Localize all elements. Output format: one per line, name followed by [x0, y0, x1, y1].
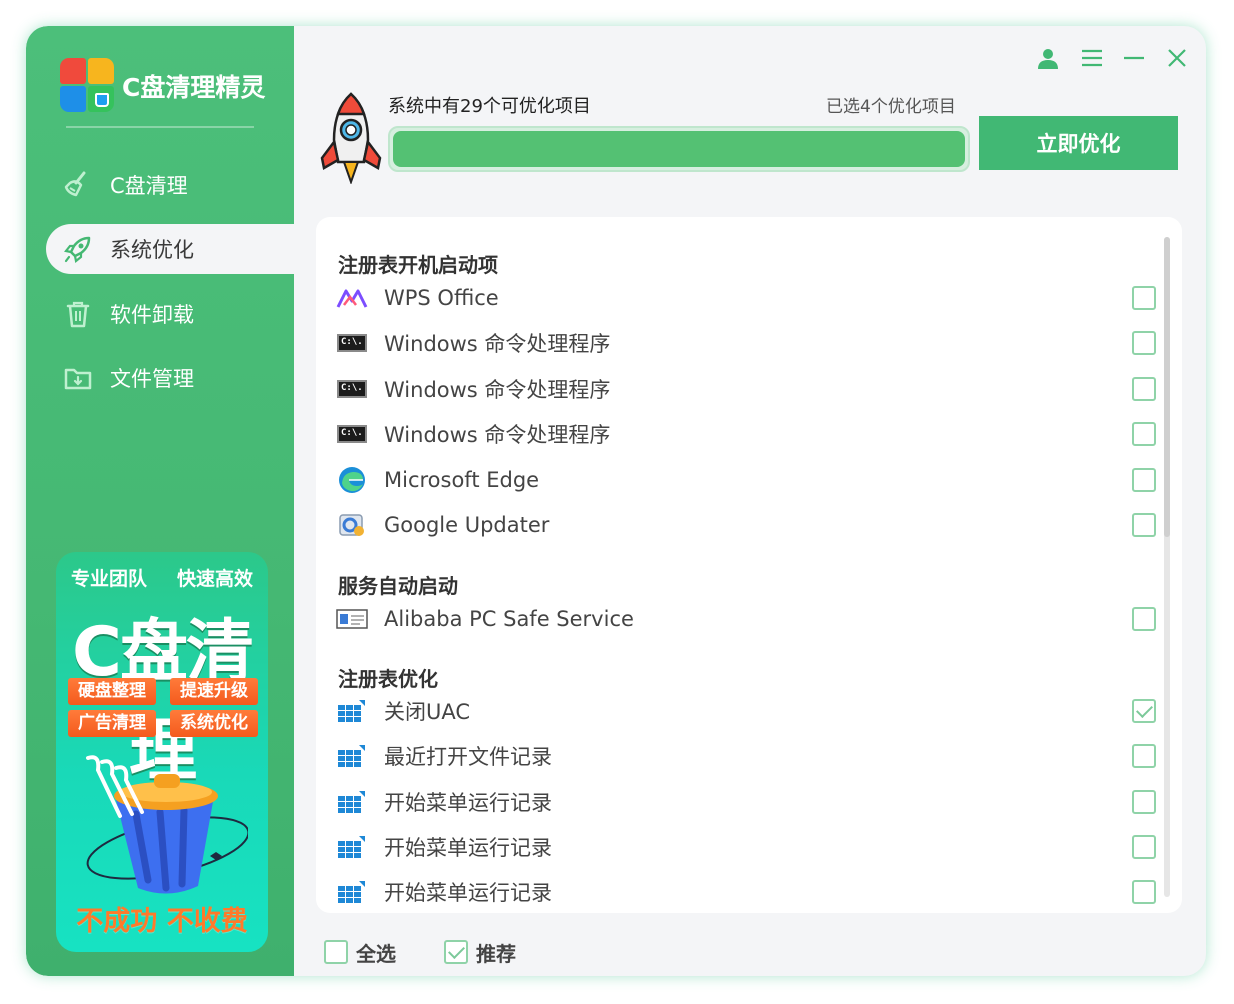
- registry-icon: [336, 788, 368, 816]
- trash-icon: [62, 298, 94, 330]
- item-checkbox[interactable]: [1132, 699, 1156, 723]
- edge-icon: [336, 466, 368, 494]
- sidebar-item-file-manage[interactable]: 文件管理: [46, 353, 294, 403]
- item-label: 开始菜单运行记录: [384, 791, 552, 815]
- service-icon: [336, 605, 368, 633]
- cmd-icon: [337, 425, 367, 443]
- wps-icon: [336, 284, 368, 312]
- item-checkbox[interactable]: [1132, 835, 1156, 859]
- select-all-label[interactable]: 全选: [356, 938, 396, 967]
- app-logo-icon: [60, 58, 116, 114]
- trash-can-illustration-icon: [86, 755, 248, 894]
- list-item[interactable]: Windows 命令处理程序: [336, 370, 1156, 408]
- list-item[interactable]: Windows 命令处理程序: [336, 415, 1156, 453]
- section-title-startup-registry: 注册表开机启动项: [338, 253, 498, 277]
- list-item[interactable]: 最近打开文件记录: [336, 737, 1156, 775]
- registry-icon: [336, 742, 368, 770]
- list-item[interactable]: 开始菜单运行记录: [336, 828, 1156, 866]
- item-label: Windows 命令处理程序: [384, 332, 611, 356]
- promo-tag: 系统优化: [170, 710, 258, 737]
- registry-icon: [336, 878, 368, 906]
- recommend-checkbox[interactable]: [444, 940, 468, 964]
- registry-icon: [336, 697, 368, 725]
- user-icon: [1038, 49, 1058, 69]
- registry-icon: [336, 833, 368, 861]
- item-checkbox[interactable]: [1132, 607, 1156, 631]
- sidebar-item-label: C盘清理: [110, 174, 188, 198]
- minimize-icon: [1124, 56, 1144, 60]
- promo-text: 快速高效: [176, 568, 253, 590]
- sidebar: C盘清理精灵 C盘清理 系统优化 软件卸载 文件管理 专业团队 快速高效 C盘清…: [26, 26, 294, 976]
- list-item[interactable]: Google Updater: [336, 506, 1156, 544]
- sidebar-item-label: 软件卸载: [110, 303, 194, 327]
- item-checkbox[interactable]: [1132, 377, 1156, 401]
- menu-icon: [1082, 49, 1102, 67]
- list-item[interactable]: WPS Office: [336, 279, 1156, 317]
- user-button[interactable]: [1034, 44, 1062, 72]
- select-all-checkbox[interactable]: [324, 940, 348, 964]
- app-title: C盘清理精灵: [122, 73, 266, 102]
- sidebar-divider: [66, 126, 254, 128]
- item-checkbox[interactable]: [1132, 331, 1156, 355]
- item-checkbox[interactable]: [1132, 286, 1156, 310]
- item-label: 最近打开文件记录: [384, 745, 552, 769]
- scan-progress-bar: [388, 126, 970, 172]
- recommend-label[interactable]: 推荐: [476, 938, 516, 967]
- cmd-icon: [337, 334, 367, 352]
- optimize-now-button[interactable]: 立即优化: [979, 116, 1178, 170]
- optimization-list: 注册表开机启动项 WPS Office Windows 命令处理程序 Windo…: [316, 217, 1182, 913]
- close-icon: [1168, 49, 1186, 67]
- promo-tag: 广告清理: [68, 710, 156, 737]
- sidebar-item-label: 文件管理: [110, 367, 194, 391]
- folder-icon: [62, 362, 94, 394]
- promo-tag: 硬盘整理: [68, 678, 156, 705]
- sidebar-item-label: 系统优化: [110, 238, 194, 262]
- broom-icon: [62, 169, 94, 201]
- item-label: Windows 命令处理程序: [384, 378, 611, 402]
- promo-text: 专业团队: [70, 568, 147, 590]
- item-label: Microsoft Edge: [384, 468, 540, 492]
- item-label: Windows 命令处理程序: [384, 423, 611, 447]
- list-item[interactable]: 开始菜单运行记录: [336, 783, 1156, 821]
- app-window: C盘清理精灵 C盘清理 系统优化 软件卸载 文件管理 专业团队 快速高效 C盘清…: [26, 26, 1206, 976]
- list-item[interactable]: 开始菜单运行记录: [336, 873, 1156, 911]
- sidebar-item-c-clean[interactable]: C盘清理: [46, 160, 294, 210]
- scrollbar-thumb[interactable]: [1164, 237, 1170, 537]
- progress-fill: [393, 131, 965, 167]
- item-checkbox[interactable]: [1132, 880, 1156, 904]
- promo-tag: 提速升级: [170, 678, 258, 705]
- item-checkbox[interactable]: [1132, 422, 1156, 446]
- close-button[interactable]: [1163, 44, 1191, 72]
- optimizable-count-text: 系统中有29个可优化项目: [388, 96, 591, 117]
- list-item[interactable]: Microsoft Edge: [336, 461, 1156, 499]
- list-item[interactable]: Windows 命令处理程序: [336, 324, 1156, 362]
- section-title-auto-services: 服务自动启动: [338, 574, 458, 598]
- cmd-icon: [337, 380, 367, 398]
- sidebar-item-system-optimize[interactable]: 系统优化: [46, 224, 294, 274]
- item-label: Google Updater: [384, 513, 550, 537]
- item-label: 开始菜单运行记录: [384, 836, 552, 860]
- menu-button[interactable]: [1078, 44, 1106, 72]
- promo-slogan: 不成功 不收费: [76, 906, 248, 937]
- item-checkbox[interactable]: [1132, 513, 1156, 537]
- rocket-illustration-icon: [320, 92, 382, 184]
- section-title-registry-optimize: 注册表优化: [338, 667, 438, 691]
- minimize-button[interactable]: [1120, 44, 1148, 72]
- item-label: WPS Office: [384, 286, 499, 310]
- item-checkbox[interactable]: [1132, 468, 1156, 492]
- rocket-icon: [62, 233, 94, 265]
- item-label: 开始菜单运行记录: [384, 881, 552, 905]
- item-checkbox[interactable]: [1132, 790, 1156, 814]
- item-label: Alibaba PC Safe Service: [384, 607, 634, 631]
- promo-banner[interactable]: 专业团队 快速高效 C盘清理 硬盘整理 提速升级 广告清理 系统优化 不成功 不…: [56, 552, 268, 952]
- list-item[interactable]: 关闭UAC: [336, 692, 1156, 730]
- sidebar-item-software-uninstall[interactable]: 软件卸载: [46, 289, 294, 339]
- google-updater-icon: [336, 511, 368, 539]
- item-checkbox[interactable]: [1132, 744, 1156, 768]
- selected-count-text: 已选4个优化项目: [826, 97, 956, 117]
- item-label: 关闭UAC: [384, 700, 471, 724]
- list-item[interactable]: Alibaba PC Safe Service: [336, 600, 1156, 638]
